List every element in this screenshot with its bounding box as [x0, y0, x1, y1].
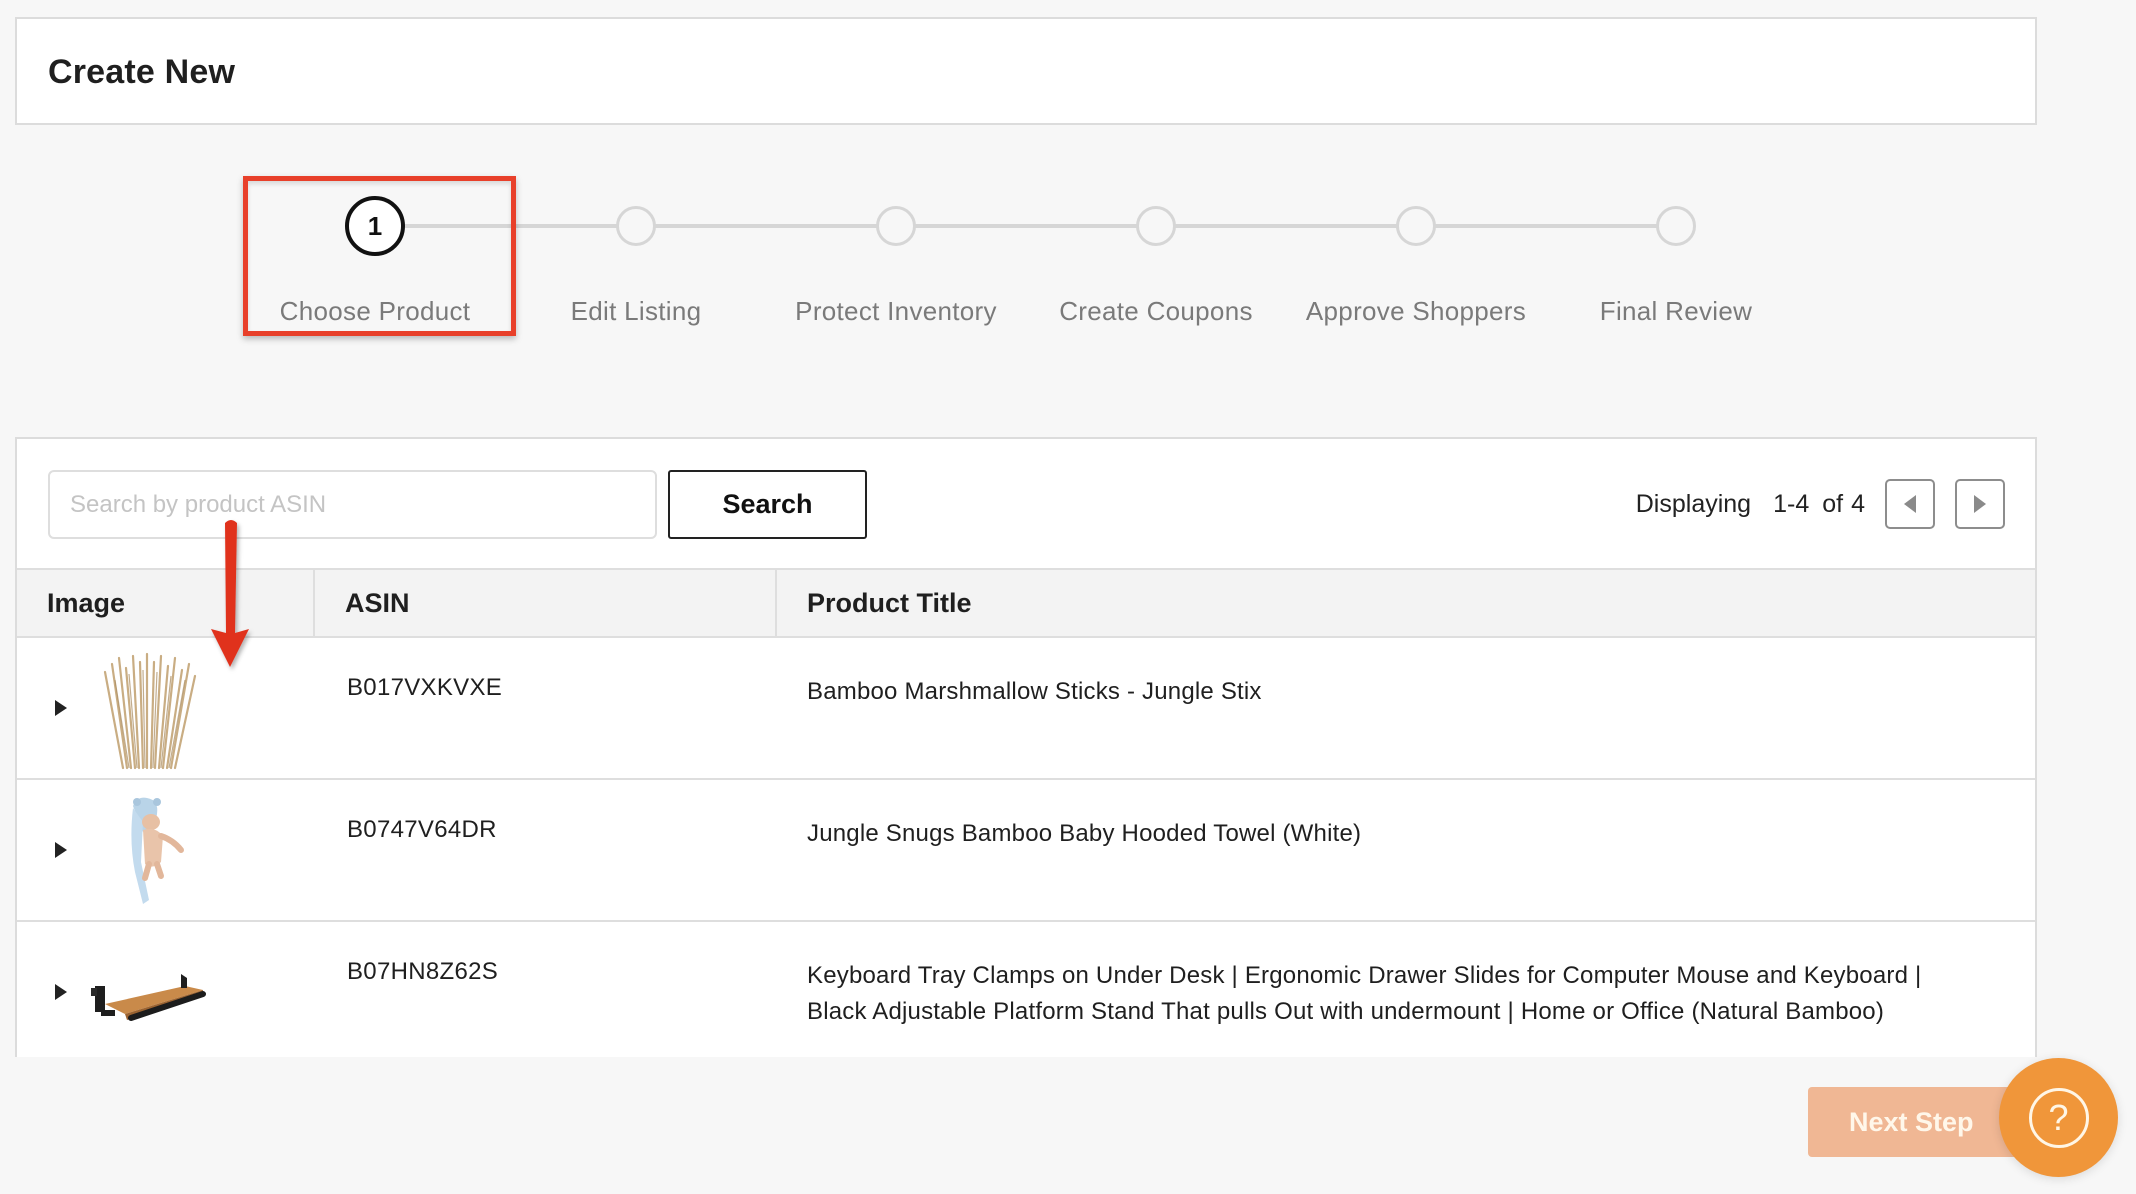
- product-image-baby-towel: [131, 797, 184, 904]
- help-button[interactable]: ?: [1999, 1058, 2118, 1177]
- step-label: Choose Product: [279, 296, 471, 326]
- triangle-left-icon: [1904, 495, 1916, 513]
- pagination-range: 1-4: [1773, 489, 1810, 518]
- product-image-bamboo-sticks: [103, 652, 197, 770]
- question-mark-icon: ?: [2028, 1087, 2089, 1148]
- expand-row-icon[interactable]: [55, 700, 67, 716]
- step-number: 1: [367, 210, 383, 241]
- pagination: Displaying 1-4 of 4: [1636, 479, 2005, 529]
- step-label: Edit Listing: [570, 296, 702, 326]
- pagination-prefix: Displaying: [1635, 489, 1752, 518]
- previous-page-button[interactable]: [1885, 479, 1935, 529]
- asin-value: B0747V64DR: [347, 816, 497, 843]
- triangle-right-icon: [1974, 495, 1986, 513]
- column-header-image[interactable]: Image: [17, 570, 315, 636]
- step-label: Approve Shoppers: [1305, 296, 1527, 326]
- next-step-button[interactable]: Next Step: [1808, 1087, 2023, 1157]
- product-selection-card: Search Displaying 1-4 of 4 Image ASIN Pr…: [15, 437, 2037, 1057]
- step-choose-product[interactable]: 1 Choose Product: [245, 196, 505, 327]
- pagination-of: of: [1822, 489, 1844, 518]
- step-label: Create Coupons: [1059, 296, 1253, 326]
- expand-row-icon[interactable]: [55, 984, 67, 1000]
- header-card: Create New: [15, 17, 2037, 125]
- step-approve-shoppers[interactable]: Approve Shoppers: [1286, 204, 1546, 327]
- product-title: Jungle Snugs Bamboo Baby Hooded Towel (W…: [807, 816, 2017, 852]
- product-image-keyboard-tray: [91, 974, 206, 1021]
- product-title-line: Jungle Snugs Bamboo Baby Hooded Towel (W…: [807, 820, 1362, 847]
- step-circle: [616, 206, 656, 246]
- table-row[interactable]: B07HN8Z62S Keyboard Tray Clamps on Under…: [17, 922, 2035, 1057]
- asin-search-input[interactable]: [48, 470, 657, 539]
- product-title: Keyboard Tray Clamps on Under Desk | Erg…: [807, 958, 2017, 1030]
- table-row[interactable]: B0747V64DR Jungle Snugs Bamboo Baby Hood…: [17, 780, 2035, 922]
- asin-value: B07HN8Z62S: [347, 958, 499, 985]
- step-circle-active: 1: [345, 196, 405, 256]
- step-edit-listing[interactable]: Edit Listing: [506, 204, 766, 327]
- table-header: Image ASIN Product Title: [17, 568, 2035, 638]
- search-button[interactable]: Search: [668, 470, 867, 539]
- step-circle: [1656, 206, 1696, 246]
- table-row[interactable]: B017VXKVXE Bamboo Marshmallow Sticks - J…: [17, 638, 2035, 780]
- asin-value: B017VXKVXE: [347, 674, 503, 701]
- next-page-button[interactable]: [1955, 479, 2005, 529]
- product-title-line: Bamboo Marshmallow Sticks - Jungle Stix: [807, 678, 1262, 705]
- step-final-review[interactable]: Final Review: [1546, 204, 1806, 327]
- step-label: Final Review: [1599, 296, 1753, 326]
- step-protect-inventory[interactable]: Protect Inventory: [766, 204, 1026, 327]
- step-label: Protect Inventory: [795, 296, 997, 326]
- step-circle: [876, 206, 916, 246]
- product-title-line: Keyboard Tray Clamps on Under Desk | Erg…: [807, 962, 1922, 989]
- product-title-line: Black Adjustable Platform Stand That pul…: [807, 998, 1885, 1025]
- expand-row-icon[interactable]: [55, 842, 67, 858]
- column-header-asin[interactable]: ASIN: [315, 570, 777, 636]
- page-title: Create New: [48, 53, 236, 91]
- column-header-product-title[interactable]: Product Title: [777, 570, 2035, 636]
- pagination-total: 4: [1851, 489, 1865, 518]
- step-circle: [1136, 206, 1176, 246]
- step-circle: [1396, 206, 1436, 246]
- help-glyph: ?: [2048, 1096, 2069, 1138]
- product-title: Bamboo Marshmallow Sticks - Jungle Stix: [807, 674, 2017, 710]
- step-create-coupons[interactable]: Create Coupons: [1026, 204, 1286, 327]
